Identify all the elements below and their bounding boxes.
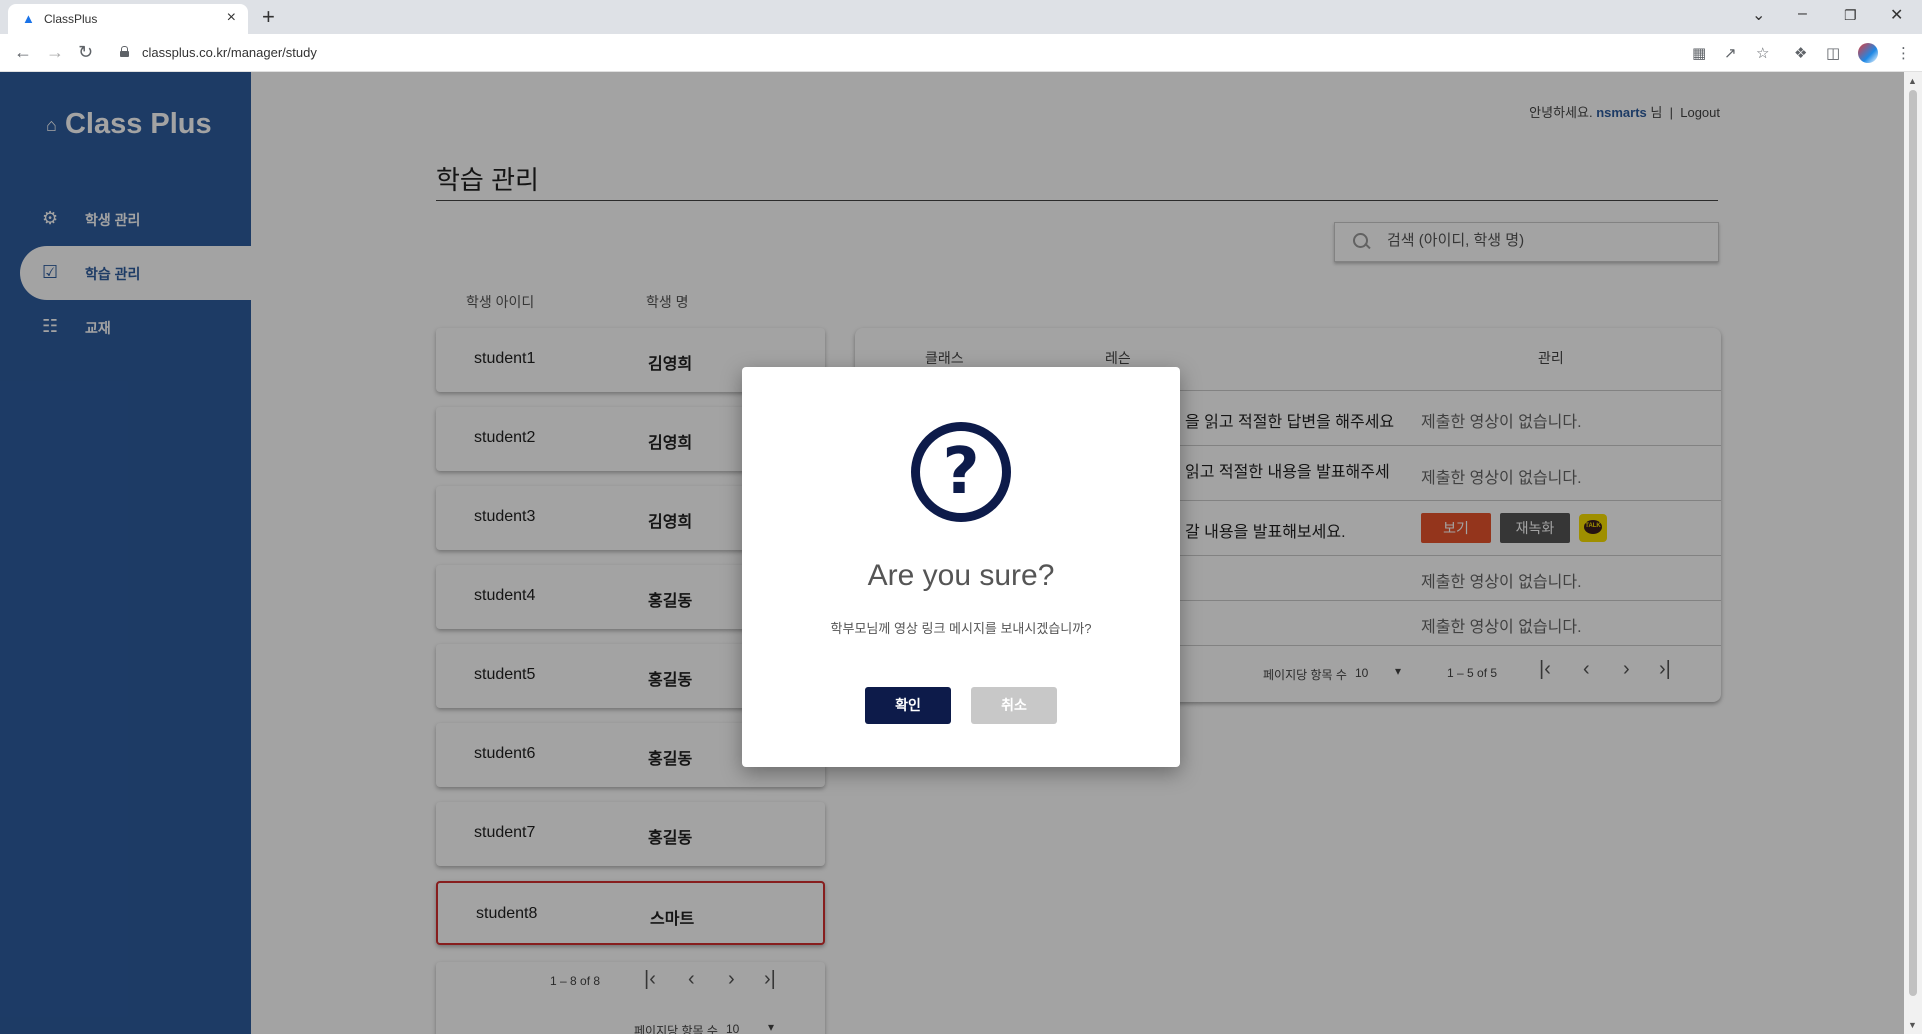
browser-tab[interactable]: ▲ ClassPlus ×: [8, 4, 248, 34]
graduation-cap-icon: ▲: [22, 11, 35, 26]
dialog-message: 학부모님께 영상 링크 메시지를 보내시겠습니까?: [830, 621, 1092, 636]
page-scrollbar[interactable]: ▲ ▼: [1904, 72, 1922, 1034]
url-text: classplus.co.kr/manager/study: [142, 45, 317, 60]
lock-icon: [120, 46, 129, 57]
scroll-up-icon[interactable]: ▲: [1908, 76, 1917, 86]
minimize-icon[interactable]: –: [1798, 5, 1807, 23]
tab-search-icon[interactable]: ⌄: [1752, 5, 1765, 25]
share-icon[interactable]: ↗: [1724, 44, 1737, 62]
address-bar[interactable]: classplus.co.kr/manager/study: [110, 40, 1700, 66]
browser-tab-strip: ▲ ClassPlus × + ⌄ – ❐ ✕: [0, 0, 1922, 34]
question-circle-icon: ?: [911, 422, 1011, 522]
scroll-thumb[interactable]: [1909, 90, 1917, 996]
cancel-button[interactable]: 취소: [971, 687, 1057, 724]
side-panel-icon[interactable]: ◫: [1826, 44, 1840, 62]
bookmark-star-icon[interactable]: ☆: [1756, 44, 1769, 62]
translate-icon[interactable]: ▦: [1692, 44, 1706, 62]
close-window-icon[interactable]: ✕: [1890, 5, 1903, 25]
dialog-title: Are you sure?: [867, 559, 1055, 592]
browser-toolbar: ← → ↻ classplus.co.kr/manager/study ▦ ↗ …: [0, 34, 1922, 72]
restore-icon[interactable]: ❐: [1844, 7, 1857, 24]
forward-icon[interactable]: →: [46, 42, 64, 63]
scroll-down-icon[interactable]: ▼: [1908, 1020, 1917, 1030]
confirm-dialog: ? Are you sure? 학부모님께 영상 링크 메시지를 보내시겠습니까…: [742, 367, 1180, 767]
tab-title: ClassPlus: [44, 12, 98, 26]
extensions-icon[interactable]: ❖: [1794, 44, 1807, 62]
back-icon[interactable]: ←: [14, 42, 32, 63]
profile-avatar[interactable]: [1858, 43, 1878, 63]
reload-icon[interactable]: ↻: [78, 42, 93, 63]
close-tab-icon[interactable]: ×: [227, 9, 236, 27]
more-menu-icon[interactable]: ⋮: [1896, 44, 1911, 62]
confirm-button[interactable]: 확인: [865, 687, 951, 724]
new-tab-button[interactable]: +: [262, 4, 275, 30]
